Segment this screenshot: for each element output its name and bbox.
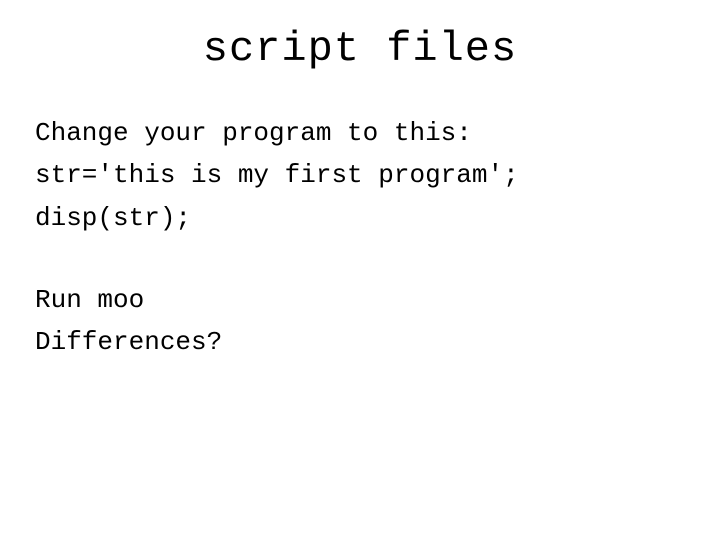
code-line-2: disp(str); (35, 198, 685, 238)
text-line-2: Run moo (35, 280, 685, 320)
code-line-1: str='this is my first program'; (35, 155, 685, 195)
spacer (35, 240, 685, 280)
text-line-1: Change your program to this: (35, 113, 685, 153)
text-line-3: Differences? (35, 322, 685, 362)
slide-title: script files (35, 25, 685, 73)
slide-content: Change your program to this: str='this i… (35, 113, 685, 362)
